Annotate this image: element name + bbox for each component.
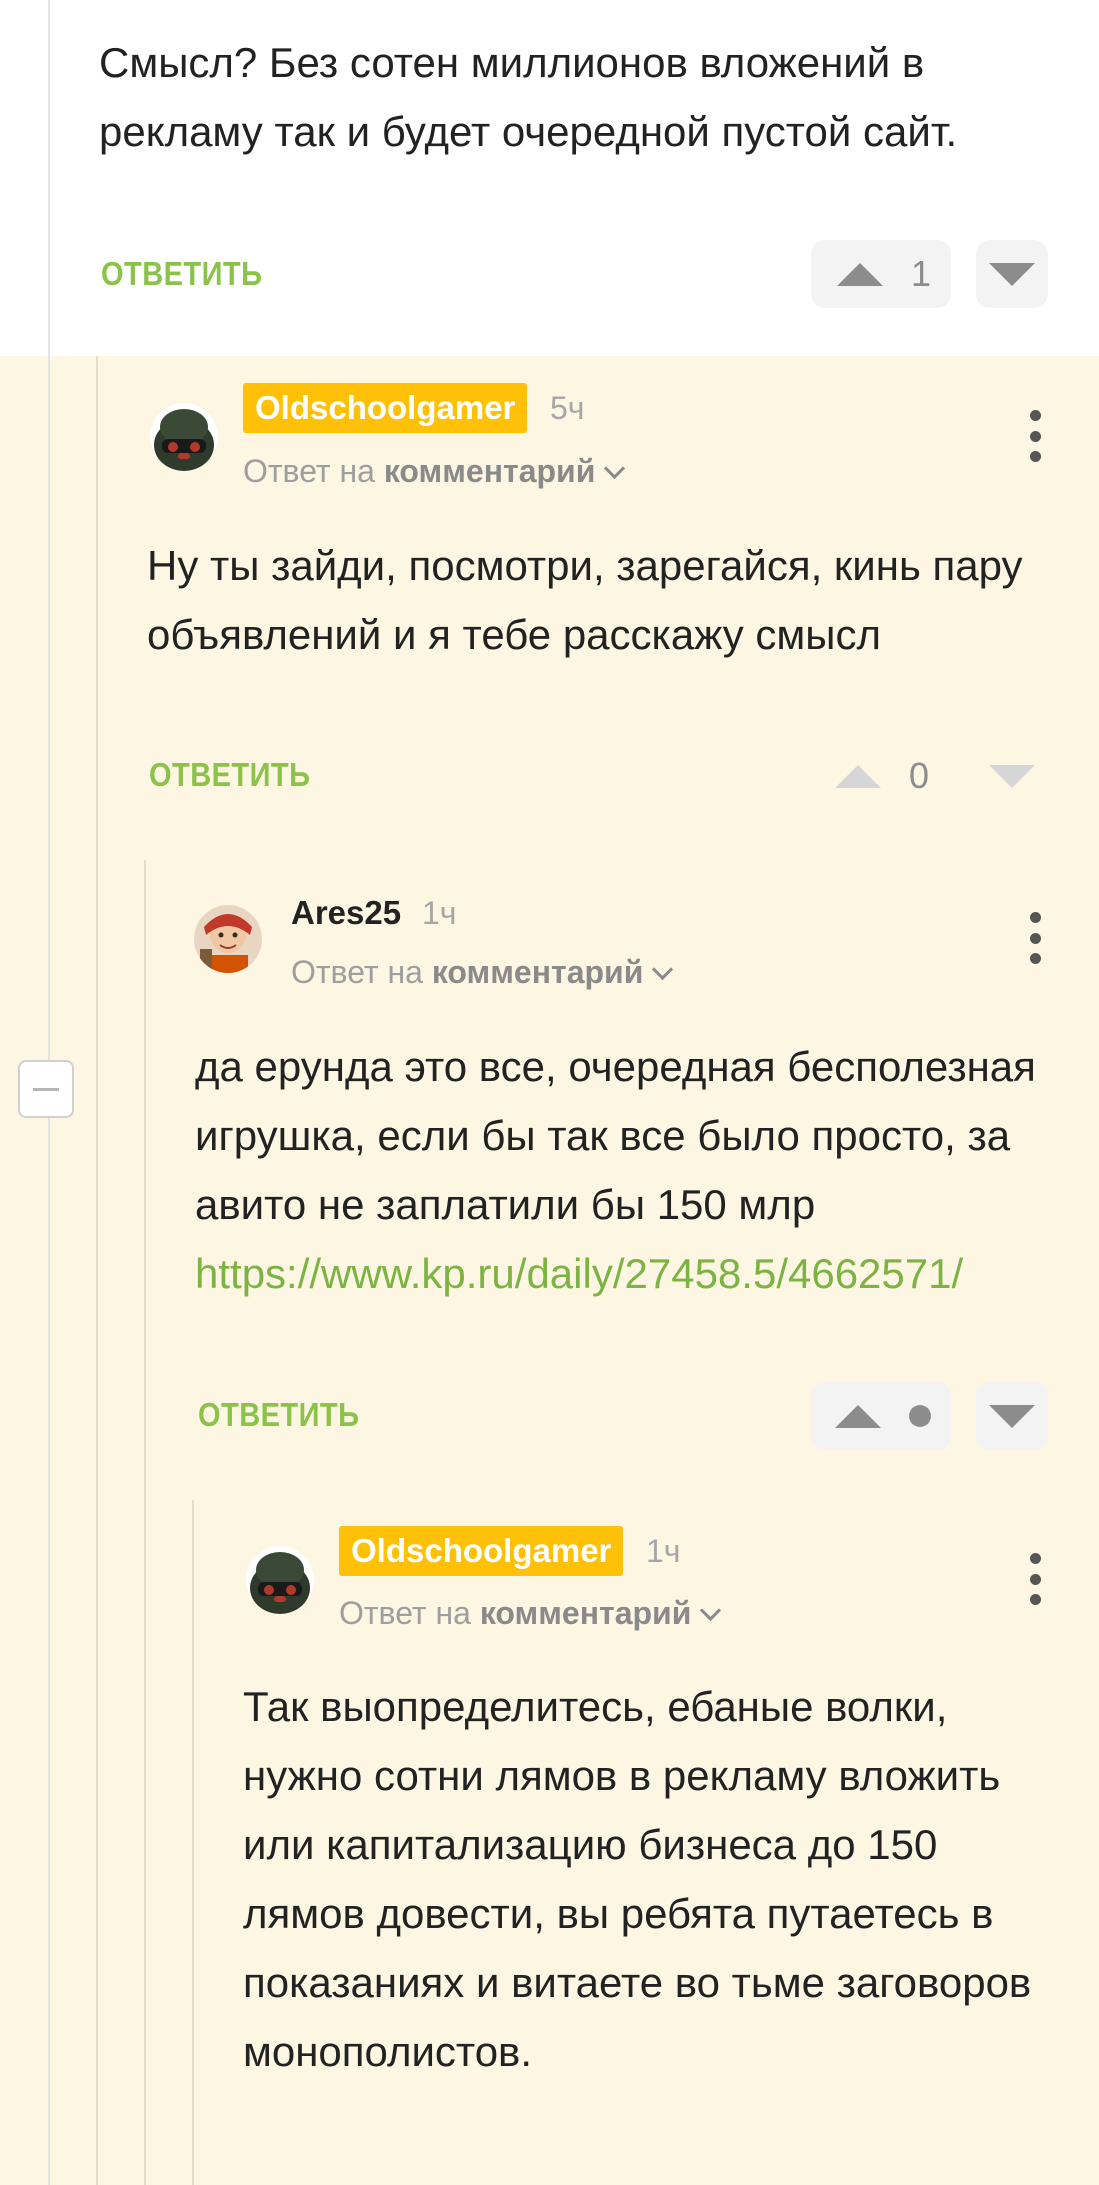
- reply-to-link[interactable]: Ответ на комментарий: [291, 950, 674, 994]
- downvote-button[interactable]: [976, 742, 1048, 810]
- downvote-button[interactable]: [976, 240, 1048, 308]
- comment-text: Смысл? Без сотен миллионов вложений в ре…: [99, 39, 958, 155]
- downvote-icon: [989, 764, 1035, 788]
- upvote-button[interactable]: 1: [811, 240, 951, 308]
- reply-to-target: комментарий: [383, 453, 596, 489]
- comment-time: 5ч: [550, 390, 585, 426]
- vote-dot: [909, 1405, 931, 1427]
- vote-count: 0: [909, 755, 930, 796]
- comment-text: Ну ты зайди, посмотри, зарегайся, кинь п…: [147, 542, 1023, 658]
- upvote-button[interactable]: [811, 1382, 951, 1450]
- thread-line: [96, 356, 98, 2185]
- downvote-icon: [989, 1404, 1035, 1428]
- more-options-icon[interactable]: [1030, 1553, 1042, 1605]
- chevron-down-icon: [700, 1599, 722, 1622]
- reply-button[interactable]: ОТВЕТИТЬ: [101, 255, 262, 293]
- more-options-icon[interactable]: [1030, 912, 1042, 964]
- vote-count: 1: [911, 253, 932, 294]
- chevron-down-icon: [604, 457, 626, 480]
- reply-to-target: комментарий: [479, 1595, 692, 1631]
- collapse-thread-button[interactable]: [18, 1060, 74, 1118]
- chevron-down-icon: [652, 958, 674, 981]
- reply-to-prefix: Ответ на: [339, 1595, 471, 1631]
- reply-to-link[interactable]: Ответ на комментарий: [243, 449, 626, 493]
- author-name[interactable]: Oldschoolgamer: [243, 383, 528, 433]
- comment-text: да ерунда это все, очередная бесполезная…: [195, 1032, 1065, 1308]
- comment-time: 1ч: [422, 895, 457, 931]
- more-options-icon[interactable]: [1030, 410, 1042, 462]
- downvote-button[interactable]: [976, 1382, 1048, 1450]
- avatar[interactable]: [246, 1546, 314, 1614]
- author-name[interactable]: Ares25: [291, 888, 401, 938]
- comment-body: да ерунда это все, очередная бесполезная…: [195, 1043, 1036, 1228]
- reply-button[interactable]: ОТВЕТИТЬ: [198, 1396, 359, 1434]
- reply-button[interactable]: ОТВЕТИТЬ: [149, 756, 310, 794]
- comment-text: Так выопределитесь, ебаные волки, нужно …: [243, 1683, 1032, 2075]
- reply-to-target: комментарий: [431, 954, 644, 990]
- reply-to-link[interactable]: Ответ на комментарий: [339, 1591, 722, 1635]
- upvote-icon: [837, 262, 883, 286]
- collapse-icon: [33, 1087, 59, 1091]
- comment-link[interactable]: https://www.kp.ru/daily/27458.5/4662571/: [195, 1250, 963, 1297]
- reply-to-prefix: Ответ на: [291, 954, 423, 990]
- comment-time: 1ч: [646, 1533, 681, 1569]
- author-name[interactable]: Oldschoolgamer: [339, 1526, 624, 1576]
- downvote-icon: [989, 262, 1035, 286]
- thread-line: [192, 1500, 194, 2185]
- avatar[interactable]: [150, 403, 218, 471]
- upvote-icon: [835, 764, 881, 788]
- reply-to-prefix: Ответ на: [243, 453, 375, 489]
- upvote-button[interactable]: 0: [811, 742, 951, 810]
- upvote-icon: [835, 1404, 881, 1428]
- thread-line: [144, 860, 146, 2185]
- avatar[interactable]: [194, 905, 262, 973]
